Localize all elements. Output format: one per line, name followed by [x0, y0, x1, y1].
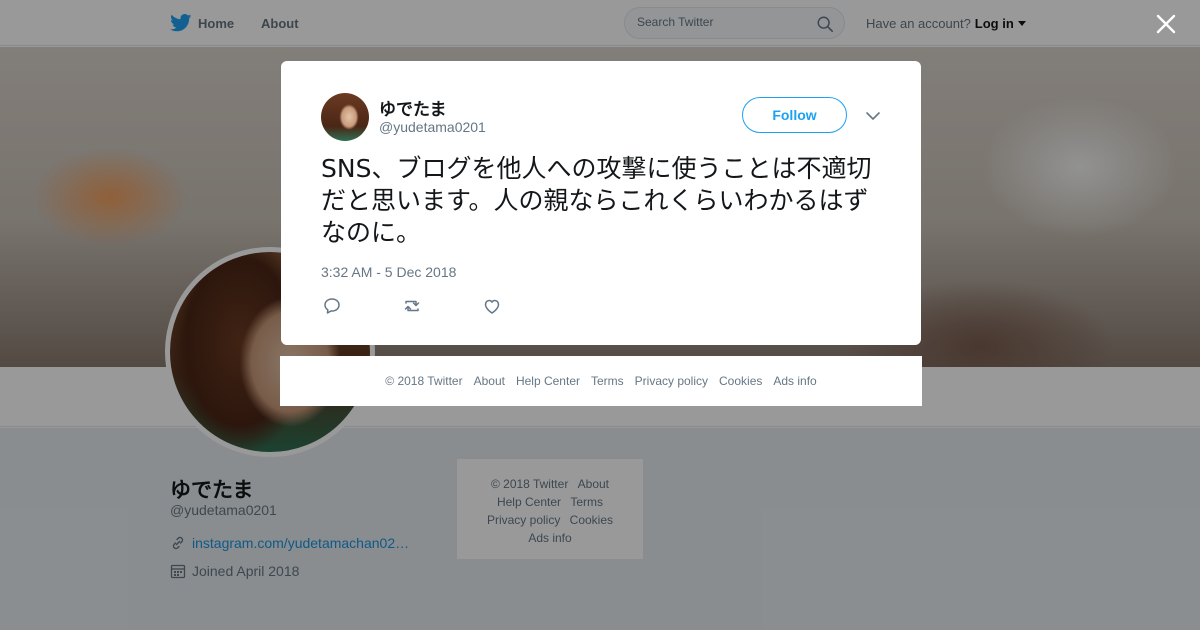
footer-cookies-link[interactable]: Cookies [719, 374, 762, 388]
footer-about-link[interactable]: About [474, 374, 505, 388]
tweet-author-handle[interactable]: @yudetama0201 [379, 119, 486, 135]
tweet-text: SNS、ブログを他人への攻撃に使うことは不適切だと思います。人の親ならこれくらい… [321, 154, 872, 247]
footer-help-center-link[interactable]: Help Center [516, 374, 580, 388]
follow-button[interactable]: Follow [742, 97, 847, 133]
modal-footer: © 2018 Twitter About Help Center Terms P… [280, 356, 922, 406]
tweet-author-name[interactable]: ゆでたま [379, 95, 447, 120]
reply-icon[interactable] [321, 295, 343, 317]
chevron-down-icon[interactable] [863, 106, 883, 126]
close-icon[interactable] [1152, 10, 1180, 38]
footer-copyright: © 2018 Twitter [385, 374, 463, 388]
footer-terms-link[interactable]: Terms [591, 374, 624, 388]
footer-ads-info-link[interactable]: Ads info [773, 374, 816, 388]
tweet-timestamp[interactable]: 3:32 AM - 5 Dec 2018 [321, 264, 456, 280]
footer-privacy-policy-link[interactable]: Privacy policy [635, 374, 708, 388]
tweet-modal: ゆでたま @yudetama0201 Follow SNS、ブログを他人への攻撃… [281, 61, 921, 345]
heart-icon[interactable] [481, 295, 503, 317]
retweet-icon[interactable] [401, 295, 423, 317]
tweet-author-avatar[interactable] [321, 93, 369, 141]
